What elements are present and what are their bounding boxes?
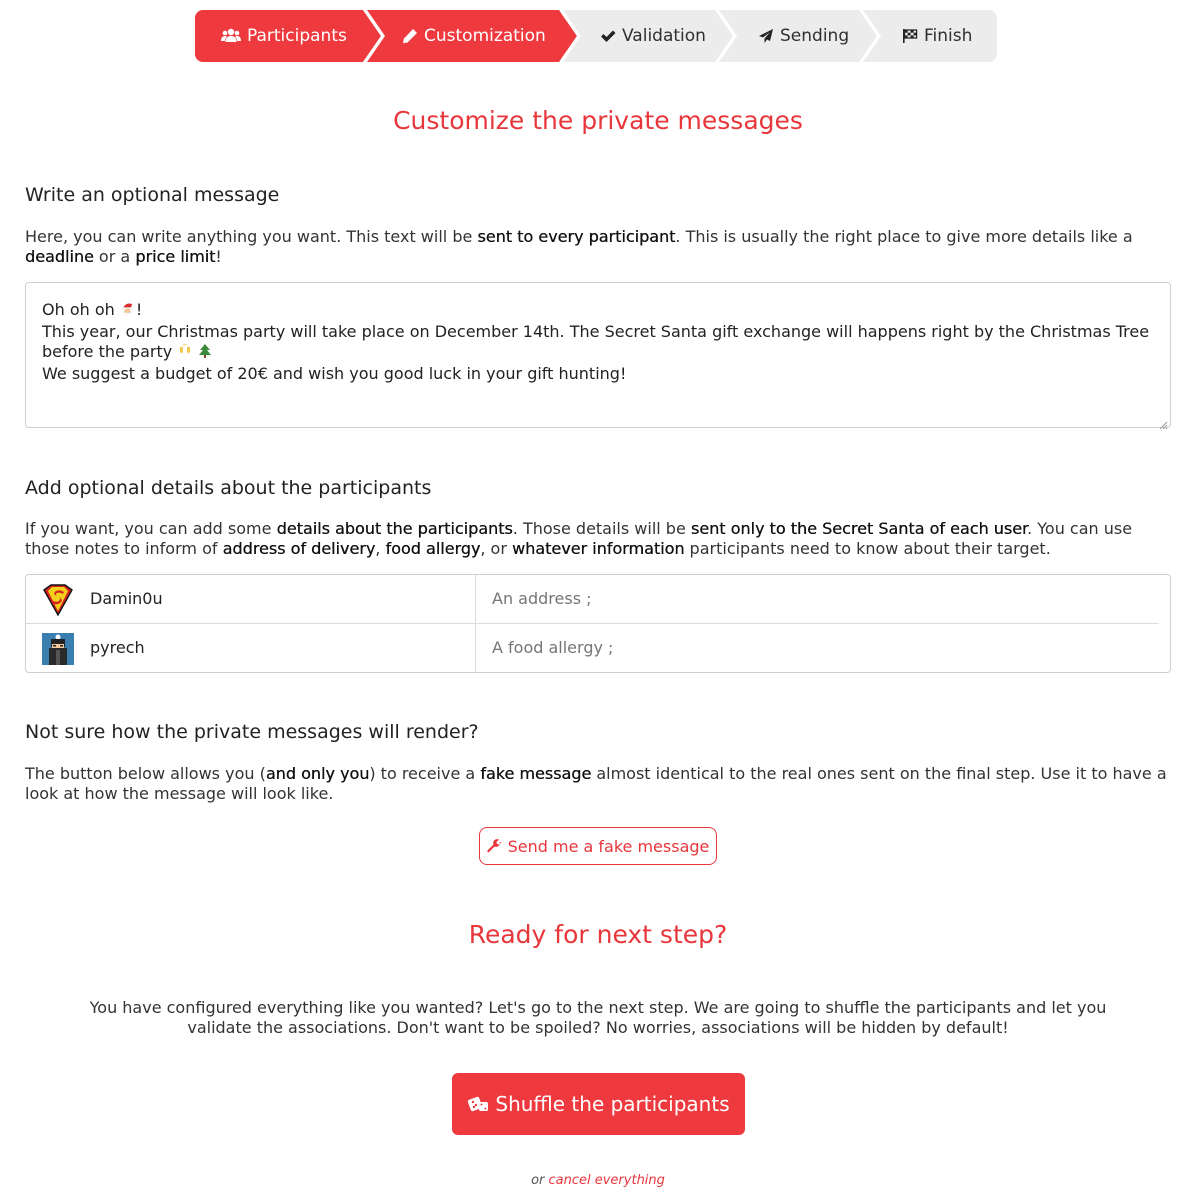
button-label: Send me a fake message <box>507 836 710 856</box>
pencil-icon <box>402 28 418 44</box>
next-step-heading: Ready for next step? <box>468 920 728 949</box>
step-label: Participants <box>247 26 347 46</box>
santa-emoji-icon <box>120 301 136 322</box>
details-section-heading: Add optional details about the participa… <box>25 477 432 499</box>
step-sending: Sending <box>758 10 849 62</box>
step-label: Finish <box>924 26 973 46</box>
participant-note-input[interactable] <box>492 638 1142 657</box>
step-participants[interactable]: Participants <box>221 10 347 62</box>
table-row: Damin0u <box>26 575 1170 624</box>
step-label: Sending <box>780 26 850 46</box>
send-fake-message-button[interactable]: Send me a fake message <box>479 827 717 865</box>
participants-table: Damin0u pyrech <box>25 574 1171 673</box>
table-row: pyrech <box>26 624 1170 673</box>
cancel-line: or cancel everything <box>531 1173 665 1188</box>
participant-name: pyrech <box>90 638 145 657</box>
avatar <box>42 633 74 665</box>
step-finish: Finish <box>902 10 972 62</box>
champagne-emoji-icon <box>177 343 193 364</box>
shuffle-participants-button[interactable]: Shuffle the participants <box>452 1073 745 1135</box>
progress-stepper: Participants Customization Validation Se… <box>195 10 997 62</box>
paper-plane-icon <box>758 28 774 44</box>
avatar <box>42 584 74 617</box>
checkered-flag-icon <box>902 28 918 44</box>
christmas-tree-emoji-icon <box>198 343 212 364</box>
details-section-description: If you want, you can add some details ab… <box>25 519 1133 558</box>
users-icon <box>221 28 241 44</box>
message-textarea[interactable]: Oh oh oh ! This year, our Christmas part… <box>25 282 1171 430</box>
dice-icon <box>467 1094 489 1114</box>
participant-note-input[interactable] <box>492 589 1142 608</box>
cancel-everything-link[interactable]: cancel everything <box>549 1173 665 1188</box>
step-label: Customization <box>424 26 546 46</box>
page-title: Customize the private messages <box>393 106 803 135</box>
check-icon <box>600 29 616 43</box>
message-section-heading: Write an optional message <box>25 184 280 206</box>
wrench-icon <box>486 838 503 854</box>
preview-section-description: The button below allows you (and only yo… <box>25 764 1167 803</box>
next-step-description: You have configured everything like you … <box>89 998 1107 1037</box>
preview-section-heading: Not sure how the private messages will r… <box>25 721 479 743</box>
participant-name: Damin0u <box>90 589 163 608</box>
message-section-description: Here, you can write anything you want. T… <box>25 227 1133 266</box>
step-label: Validation <box>622 26 706 46</box>
step-validation: Validation <box>600 10 706 62</box>
step-customization[interactable]: Customization <box>402 10 546 62</box>
resize-handle[interactable] <box>1158 415 1168 430</box>
button-label: Shuffle the participants <box>495 1092 730 1116</box>
